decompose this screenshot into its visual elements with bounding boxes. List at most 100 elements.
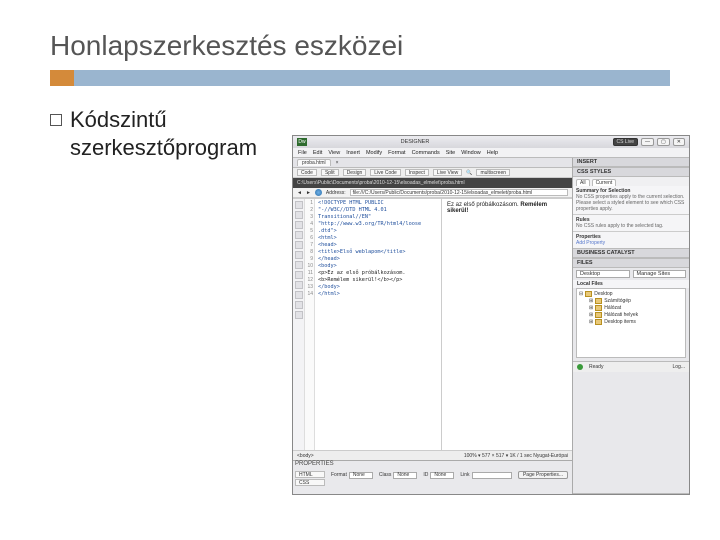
bc-panel-header[interactable]: BUSINESS CATALYST: [573, 249, 689, 258]
id-field: ID None: [423, 471, 454, 479]
rule-blue: [74, 70, 670, 86]
menu-file[interactable]: File: [298, 150, 307, 156]
bullet-item: Kódszintű szerkesztőprogram: [50, 106, 280, 161]
document-tabbar: proba.html ×: [293, 158, 572, 168]
gutter-icon[interactable]: [295, 291, 303, 299]
back-icon[interactable]: ◄: [297, 190, 302, 196]
live-view-button[interactable]: Live View: [433, 169, 462, 176]
gutter-icon[interactable]: [295, 301, 303, 309]
properties-panel: PROPERTIES HTML CSS Format None Class No…: [293, 460, 572, 494]
folder-icon: [595, 305, 602, 311]
css-panel-header[interactable]: CSS STYLES: [573, 168, 689, 177]
menu-window[interactable]: Window: [461, 150, 481, 156]
workspace-label[interactable]: DESIGNER: [401, 139, 430, 145]
gutter-icon[interactable]: [295, 221, 303, 229]
address-input[interactable]: file:///C:/Users/Public/Documents/proba/…: [350, 189, 568, 196]
menu-help[interactable]: Help: [487, 150, 498, 156]
menu-format[interactable]: Format: [388, 150, 405, 156]
tree-item-label: Számítógép: [604, 298, 631, 304]
tree-item-label: Hálózat: [604, 305, 621, 311]
html-mode-button[interactable]: HTML: [295, 471, 325, 478]
insert-panel-header[interactable]: INSERT: [573, 158, 689, 167]
multiscreen-button[interactable]: multiscreen: [476, 169, 510, 176]
menu-bar: File Edit View Insert Modify Format Comm…: [293, 148, 689, 158]
design-view-button[interactable]: Design: [343, 169, 367, 176]
tree-item[interactable]: ⊞ Desktop items: [579, 319, 683, 326]
format-label: Format: [331, 472, 347, 478]
close-button[interactable]: ✕: [673, 138, 685, 146]
css-properties: Properties Add Property: [573, 231, 689, 248]
gutter-icon[interactable]: [295, 281, 303, 289]
files-site-row: Desktop Manage Sites: [573, 268, 689, 280]
address-bar: ◄ ► Address: file:///C:/Users/Public/Doc…: [293, 188, 572, 198]
menu-view[interactable]: View: [328, 150, 340, 156]
gutter-icon[interactable]: [295, 261, 303, 269]
class-select[interactable]: None: [393, 472, 417, 479]
minimize-button[interactable]: —: [641, 138, 654, 146]
ready-label: Ready: [589, 364, 603, 370]
files-panel: FILES Desktop Manage Sites Local Files ⊟…: [573, 259, 689, 494]
tree-item-label: Desktop items: [604, 319, 636, 325]
tab-close-icon[interactable]: ×: [336, 160, 339, 166]
code-view-button[interactable]: Code: [297, 169, 317, 176]
css-tab-all[interactable]: All: [576, 179, 590, 186]
minus-icon[interactable]: ⊟: [579, 291, 583, 297]
site-select[interactable]: Desktop: [576, 270, 630, 278]
inspect-button[interactable]: Inspect: [405, 169, 429, 176]
gutter-icon[interactable]: [295, 251, 303, 259]
globe-icon: [315, 189, 322, 196]
gutter-icon[interactable]: [295, 311, 303, 319]
files-tree[interactable]: ⊟ Desktop ⊞ Számítógép ⊞ Hálózat ⊞Hálózati…: [576, 288, 686, 358]
titlebar-buttons: CS Live — ▢ ✕: [613, 138, 685, 146]
code-editor[interactable]: <!DOCTYPE HTML PUBLIC "-//W3C//DTD HTML …: [315, 199, 442, 450]
window-body: proba.html × Code Split Design Live Code…: [293, 158, 689, 494]
css-add-property[interactable]: Add Property: [576, 240, 686, 246]
main-editor-area: proba.html × Code Split Design Live Code…: [293, 158, 573, 494]
link-select[interactable]: [472, 472, 512, 479]
bullet-text: Kódszintű szerkesztőprogram: [70, 106, 280, 161]
menu-edit[interactable]: Edit: [313, 150, 322, 156]
css-rules-text: No CSS rules apply to the selected tag.: [576, 223, 686, 229]
tree-root[interactable]: ⊟ Desktop: [579, 291, 683, 298]
preview-bold: sikerül!: [447, 208, 468, 214]
id-select[interactable]: None: [430, 472, 454, 479]
plus-icon[interactable]: ⊞: [589, 305, 593, 311]
split-view-button[interactable]: Split: [321, 169, 339, 176]
tree-item[interactable]: ⊞ Számítógép: [579, 298, 683, 305]
manage-sites-select[interactable]: Manage Sites: [633, 270, 687, 278]
code-tool-gutter: [293, 199, 305, 450]
search-icon[interactable]: 🔍: [466, 170, 472, 176]
plus-icon[interactable]: ⊞: [589, 312, 593, 318]
page-properties-button[interactable]: Page Properties...: [518, 471, 568, 479]
format-field: Format None: [331, 471, 373, 479]
menu-insert[interactable]: Insert: [346, 150, 360, 156]
plus-icon[interactable]: ⊞: [589, 298, 593, 304]
forward-icon[interactable]: ►: [306, 190, 311, 196]
maximize-button[interactable]: ▢: [657, 138, 670, 146]
cslive-button[interactable]: CS Live: [613, 138, 639, 146]
gutter-icon[interactable]: [295, 231, 303, 239]
format-select[interactable]: None: [349, 472, 373, 479]
tree-item[interactable]: ⊞Hálózati helyek: [579, 312, 683, 319]
gutter-icon[interactable]: [295, 241, 303, 249]
tag-selector[interactable]: <body>: [297, 453, 314, 459]
gutter-icon[interactable]: [295, 271, 303, 279]
files-panel-header[interactable]: FILES: [573, 259, 689, 268]
bullet-square-icon: [50, 114, 62, 126]
live-code-button[interactable]: Live Code: [370, 169, 401, 176]
document-tab[interactable]: proba.html: [297, 159, 331, 166]
gutter-icon[interactable]: [295, 211, 303, 219]
menu-modify[interactable]: Modify: [366, 150, 382, 156]
tree-item[interactable]: ⊞ Hálózat: [579, 305, 683, 312]
css-mode-button[interactable]: CSS: [295, 479, 325, 486]
gutter-icon[interactable]: [295, 201, 303, 209]
tree-root-label: Desktop: [594, 291, 612, 297]
file-path-bar: C:\Users\Public\Documents\proba\2010-12-…: [293, 178, 572, 188]
log-link[interactable]: Log...: [672, 364, 685, 370]
css-tab-current[interactable]: Current: [592, 179, 617, 186]
class-field: Class None: [379, 471, 418, 479]
design-preview[interactable]: Ez az első próbálkozásom. Remélem sikerü…: [442, 199, 572, 450]
plus-icon[interactable]: ⊞: [589, 319, 593, 325]
menu-commands[interactable]: Commands: [412, 150, 440, 156]
menu-site[interactable]: Site: [446, 150, 455, 156]
